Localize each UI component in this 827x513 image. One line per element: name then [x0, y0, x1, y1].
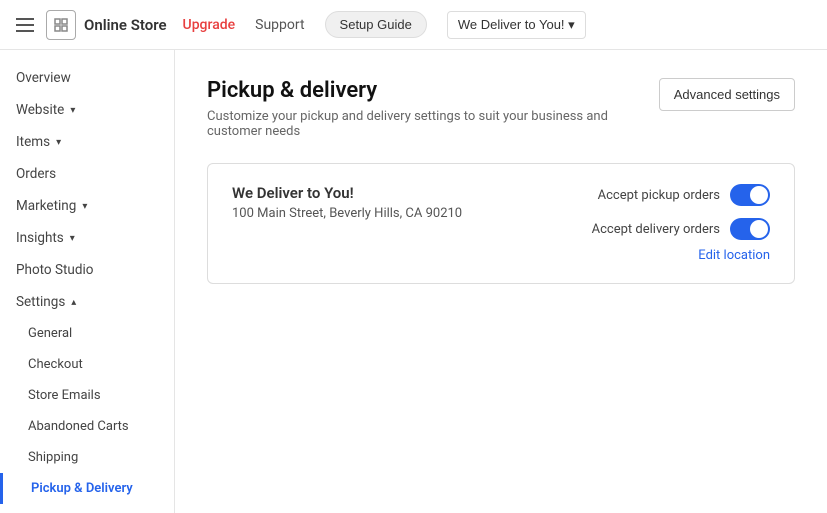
- sidebar-item-items[interactable]: Items ▾: [0, 126, 174, 158]
- edit-location-link[interactable]: Edit location: [592, 248, 770, 263]
- sidebar-item-pickup-delivery[interactable]: Pickup & Delivery: [0, 473, 174, 504]
- main-content: Pickup & delivery Customize your pickup …: [175, 50, 827, 513]
- main-layout: Overview Website ▾ Items ▾ Orders Market…: [0, 50, 827, 513]
- location-name: We Deliver to You!: [232, 184, 462, 202]
- chevron-down-icon: ▾: [70, 105, 75, 116]
- sidebar-item-marketing[interactable]: Marketing ▾: [0, 190, 174, 222]
- page-title: Pickup & delivery: [207, 78, 659, 103]
- sidebar-item-settings[interactable]: Settings ▴: [0, 286, 174, 318]
- sidebar-item-orders[interactable]: Orders: [0, 158, 174, 190]
- chevron-down-icon: ▾: [70, 233, 75, 244]
- sidebar: Overview Website ▾ Items ▾ Orders Market…: [0, 50, 175, 513]
- location-controls: Accept pickup orders Accept delivery ord…: [592, 184, 770, 240]
- delivery-toggle[interactable]: [730, 218, 770, 240]
- chevron-up-icon: ▴: [71, 297, 76, 308]
- location-info: We Deliver to You! 100 Main Street, Beve…: [232, 184, 462, 221]
- top-nav: Online Store Upgrade Support Setup Guide…: [0, 0, 827, 50]
- nav-brand: Online Store: [46, 10, 167, 40]
- accept-pickup-label: Accept pickup orders: [598, 188, 720, 203]
- upgrade-link[interactable]: Upgrade: [183, 17, 236, 33]
- sidebar-item-website[interactable]: Website ▾: [0, 94, 174, 126]
- nav-links: Upgrade Support Setup Guide We Deliver t…: [183, 11, 586, 39]
- pickup-toggle-row: Accept pickup orders: [598, 184, 770, 206]
- location-address: 100 Main Street, Beverly Hills, CA 90210: [232, 206, 462, 221]
- sidebar-item-insights[interactable]: Insights ▾: [0, 222, 174, 254]
- sidebar-item-shipping[interactable]: Shipping: [0, 442, 174, 473]
- sidebar-item-photo-studio[interactable]: Photo Studio: [0, 254, 174, 286]
- accept-delivery-label: Accept delivery orders: [592, 222, 720, 237]
- chevron-down-icon: ▾: [56, 137, 61, 148]
- page-subtitle: Customize your pickup and delivery setti…: [207, 109, 659, 139]
- setup-guide-button[interactable]: Setup Guide: [325, 11, 427, 38]
- sidebar-item-abandoned-carts[interactable]: Abandoned Carts: [0, 411, 174, 442]
- app-logo-icon: [46, 10, 76, 40]
- location-inner: We Deliver to You! 100 Main Street, Beve…: [232, 184, 770, 263]
- advanced-settings-button[interactable]: Advanced settings: [659, 78, 795, 111]
- sidebar-item-checkout[interactable]: Checkout: [0, 349, 174, 380]
- controls-section: Accept pickup orders Accept delivery ord…: [592, 184, 770, 263]
- sidebar-item-overview[interactable]: Overview: [0, 62, 174, 94]
- header-text: Pickup & delivery Customize your pickup …: [207, 78, 659, 139]
- store-selector-button[interactable]: We Deliver to You! ▾: [447, 11, 586, 39]
- pickup-toggle[interactable]: [730, 184, 770, 206]
- delivery-toggle-row: Accept delivery orders: [592, 218, 770, 240]
- support-link[interactable]: Support: [255, 17, 304, 33]
- location-card: We Deliver to You! 100 Main Street, Beve…: [207, 163, 795, 284]
- chevron-down-icon: ▾: [82, 201, 87, 212]
- sidebar-item-general[interactable]: General: [0, 318, 174, 349]
- hamburger-menu[interactable]: [16, 18, 34, 32]
- app-title: Online Store: [84, 16, 167, 34]
- content-header: Pickup & delivery Customize your pickup …: [207, 78, 795, 139]
- sidebar-item-store-emails[interactable]: Store Emails: [0, 380, 174, 411]
